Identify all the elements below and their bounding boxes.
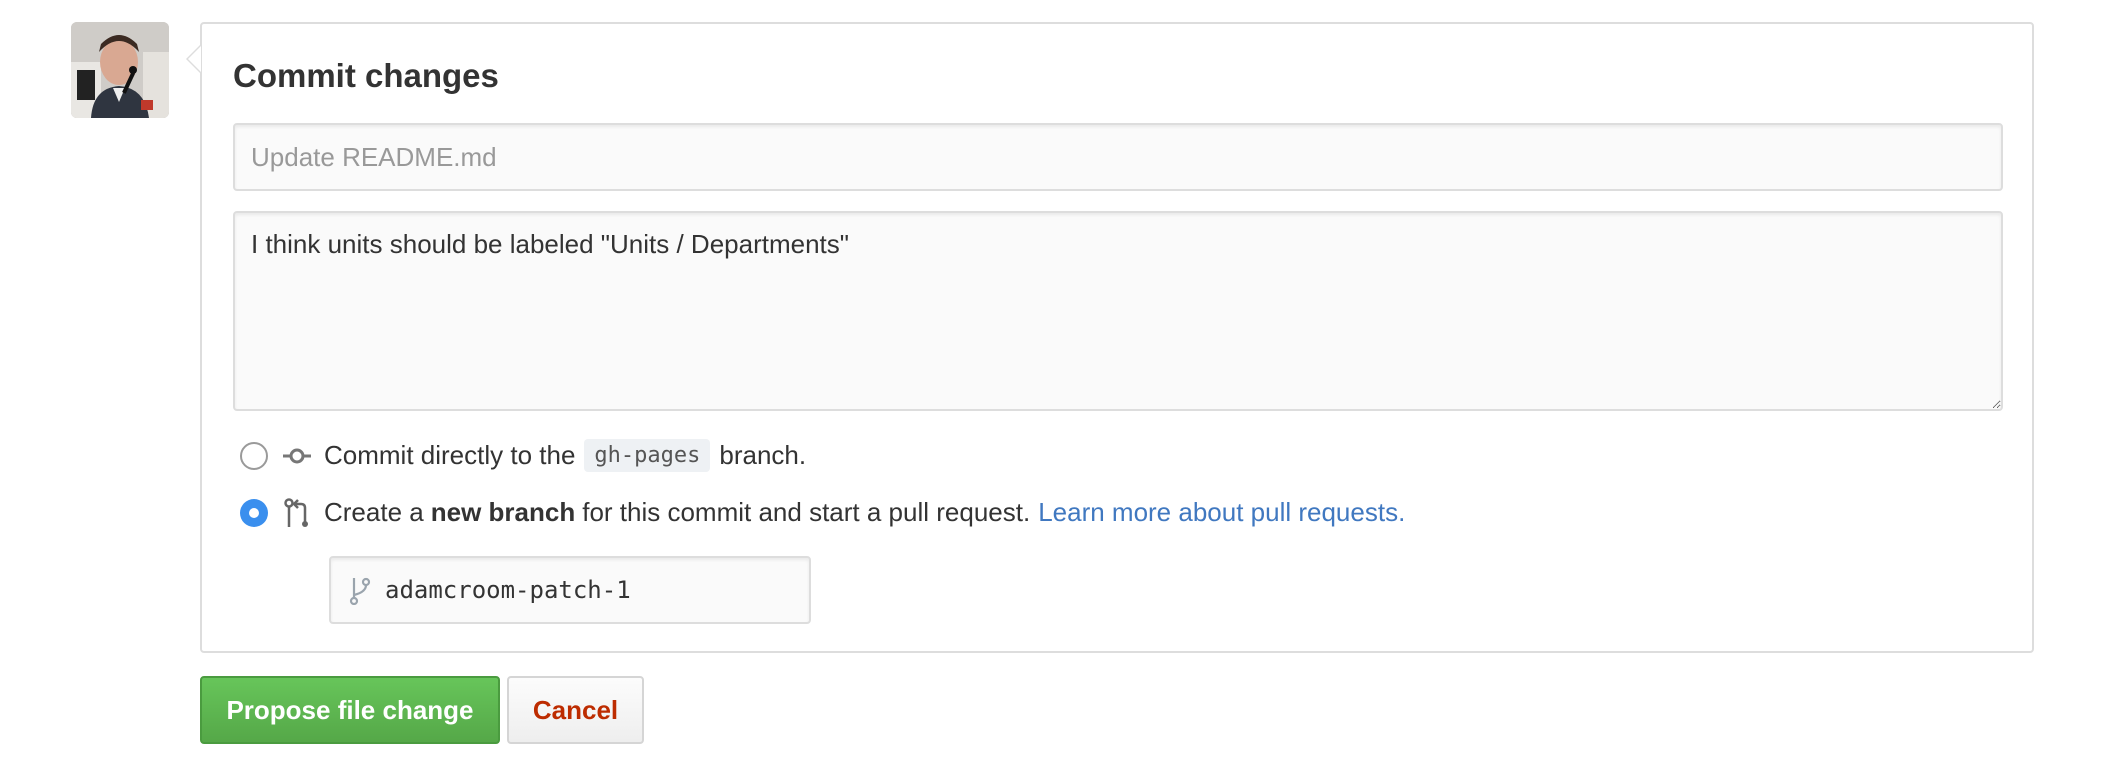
git-commit-icon [282,441,312,471]
commit-title: Commit changes [233,57,499,94]
user-avatar-icon [71,22,169,118]
cancel-button[interactable]: Cancel [507,676,644,744]
new-branch-suffix: for this commit and start a pull request… [582,497,1031,527]
commit-summary-input[interactable] [233,123,2003,191]
commit-description-textarea[interactable]: I think units should be labeled "Units /… [233,211,2003,411]
git-branch-icon [347,575,373,605]
commit-direct-suffix: branch. [719,440,807,470]
new-branch-option[interactable]: Create a new branch for this commit and … [240,497,1405,528]
new-branch-bold: new branch [430,497,576,527]
commit-direct-option[interactable]: Commit directly to the gh-pages branch. [240,439,806,472]
git-pull-request-icon [282,497,312,528]
new-branch-prefix: Create a [324,497,424,527]
propose-file-change-button[interactable]: Propose file change [200,676,500,744]
commit-page: Commit changes I think units should be l… [0,0,2108,768]
speech-caret [186,44,201,74]
branch-name-input[interactable] [383,575,803,605]
avatar[interactable] [71,22,169,118]
branch-name-field[interactable] [329,556,811,624]
commit-direct-radio[interactable] [240,441,268,470]
learn-more-pull-requests-link[interactable]: Learn more about pull requests. [1038,497,1405,528]
commit-form: Commit changes I think units should be l… [186,22,2034,653]
branch-name-code: gh-pages [584,439,711,472]
new-branch-radio[interactable] [240,498,268,527]
commit-direct-text: Commit directly to the [324,440,576,470]
